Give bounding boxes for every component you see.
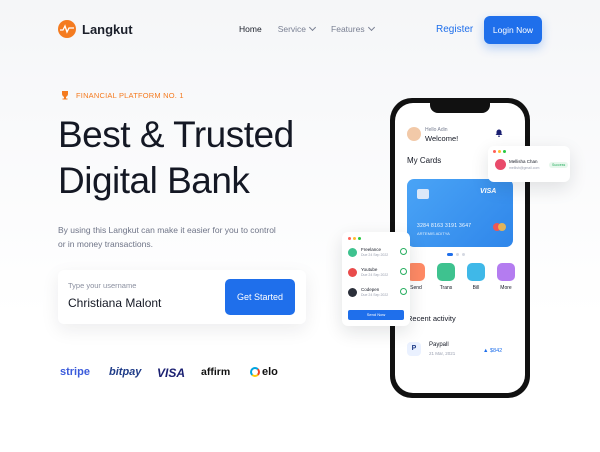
task-name: Freelance: [361, 247, 382, 252]
card-brand: VISA: [480, 188, 497, 195]
username-input[interactable]: [68, 296, 208, 310]
send-now-button[interactable]: Send Now: [348, 310, 404, 320]
phone-mockup: Hello Adin Welcome! My Cards VISA 3284 8…: [390, 98, 530, 398]
recent-activity-heading: Recent activity: [407, 314, 456, 323]
check-icon: [400, 268, 407, 275]
elo-text: elo: [262, 366, 278, 378]
list-item[interactable]: Freelance Due 24 Sep 2022: [348, 247, 407, 261]
transaction-amount: ▲ $842: [483, 348, 503, 354]
logo[interactable]: Langkut: [58, 20, 133, 38]
card-number: 3284 8163 3191 3647: [417, 223, 472, 229]
profile-card: Mellisha Chan mellish@gmail.com Success: [488, 146, 570, 182]
menu-item-service[interactable]: Service: [277, 23, 317, 34]
elo-ring-icon: [250, 367, 260, 377]
visa-logo: VISA: [157, 366, 186, 380]
bell-icon[interactable]: [495, 129, 503, 137]
stripe-logo: stripe: [60, 366, 90, 378]
codepen-icon: [348, 288, 357, 297]
list-item[interactable]: Codepen Due 24 Sep 2022: [348, 287, 407, 301]
hero-title: Best & Trusted Digital Bank: [58, 112, 294, 204]
avatar: [495, 159, 506, 170]
carousel-dots: [447, 253, 465, 256]
window-dots: [493, 150, 506, 153]
task-card: Freelance Due 24 Sep 2022 Youtube Due 24…: [342, 232, 410, 326]
hero-title-line-1: Best & Trusted: [58, 114, 294, 155]
hero-title-line-2: Digital Bank: [58, 160, 250, 201]
freelance-icon: [348, 248, 357, 257]
card-holder: ARTEMIS ADITYA: [417, 231, 450, 236]
elo-logo: elo: [250, 366, 278, 378]
check-icon: [400, 248, 407, 255]
hero-badge: FINANCIAL PLATFORM NO. 1: [60, 90, 184, 100]
login-button[interactable]: Login Now: [484, 16, 542, 44]
action-label: Trans: [439, 285, 453, 291]
menu-item-features[interactable]: Features: [331, 23, 375, 34]
task-date: Due 24 Sep 2022: [361, 293, 389, 297]
bank-card[interactable]: VISA 3284 8163 3191 3647 ARTEMIS ADITYA: [407, 179, 513, 247]
chevron-down-icon: [308, 23, 317, 32]
greeting: Hello Adin: [425, 127, 448, 133]
menu-item-label: Service: [277, 24, 307, 34]
check-icon: [400, 288, 407, 295]
menu-item-label: Home: [239, 24, 262, 34]
hero-description: By using this Langkut can make it easier…: [58, 225, 276, 249]
main-menu: Home Service Features: [239, 23, 375, 34]
get-started-button[interactable]: Get Started: [225, 279, 295, 315]
avatar: [407, 127, 421, 141]
task-name: Youtube: [361, 267, 378, 272]
transaction-name: Paypall: [429, 342, 449, 348]
action-label: More: [500, 285, 512, 291]
trophy-icon: [62, 91, 68, 100]
badge-text: FINANCIAL PLATFORM NO. 1: [76, 90, 184, 100]
quick-actions: Send Trans Bill More: [407, 263, 517, 303]
username-label: Type your username: [68, 281, 137, 290]
register-link[interactable]: Register: [436, 24, 473, 35]
affirm-logo: affirm: [201, 366, 231, 378]
menu-item-label: Features: [331, 24, 365, 34]
paypal-icon: P: [407, 342, 421, 356]
top-navigation: Langkut Home Service Features Register L…: [0, 0, 600, 60]
bitpay-logo: bitpay: [109, 366, 142, 378]
action-bill[interactable]: Bill: [467, 263, 485, 291]
task-date: Due 24 Sep 2022: [361, 273, 389, 277]
menu-item-home[interactable]: Home: [239, 24, 262, 34]
logo-icon: [58, 20, 76, 38]
status-badge: Success: [549, 162, 569, 168]
list-item[interactable]: P Paypall 21 Mar, 2021 ▲ $842: [407, 339, 515, 363]
mastercard-icon: [493, 223, 507, 231]
more-icon: [497, 263, 515, 281]
profile-email: mellish@gmail.com: [509, 166, 540, 170]
username-form: Type your username Get Started: [58, 270, 306, 324]
transfer-icon: [437, 263, 455, 281]
bill-icon: [467, 263, 485, 281]
chevron-down-icon: [367, 23, 375, 32]
action-more[interactable]: More: [497, 263, 515, 291]
profile-name: Mellisha Chan: [509, 159, 538, 164]
action-label: Bill: [472, 285, 480, 291]
phone-notch: [430, 103, 490, 113]
youtube-icon: [348, 268, 357, 277]
chip-icon: [417, 189, 429, 199]
welcome-text: Welcome!: [425, 134, 459, 143]
task-name: Codepen: [361, 287, 380, 292]
action-trans[interactable]: Trans: [437, 263, 455, 291]
brand-name: Langkut: [82, 21, 133, 37]
window-dots: [348, 237, 361, 240]
list-item[interactable]: Youtube Due 24 Sep 2022: [348, 267, 407, 281]
transaction-date: 21 Mar, 2021: [429, 351, 456, 356]
task-date: Due 24 Sep 2022: [361, 253, 389, 257]
my-cards-heading: My Cards: [407, 156, 442, 165]
